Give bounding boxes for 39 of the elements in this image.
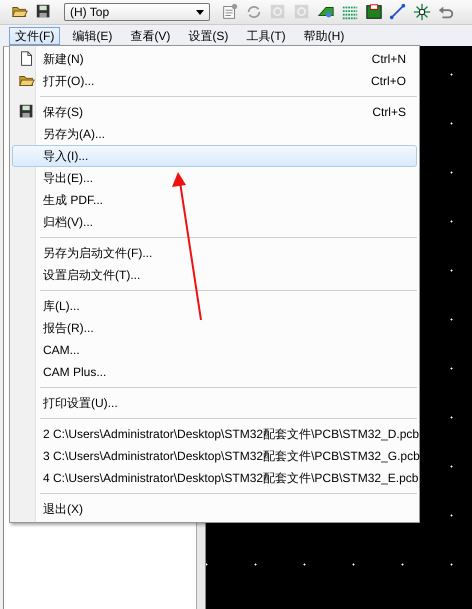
burst-icon <box>413 3 431 21</box>
shortcut-label: Ctrl+S <box>372 105 406 119</box>
menu-item[interactable]: 打开(O)... Ctrl+O <box>12 70 417 92</box>
menu-item[interactable]: 导出(E)... <box>12 167 417 189</box>
menu-bar-item[interactable]: 文件(F) <box>9 26 60 44</box>
menu-item[interactable]: 生成 PDF... <box>12 189 417 211</box>
menu-bar-item[interactable]: 查看(V) <box>124 26 176 44</box>
menu-item[interactable]: CAM... <box>12 339 417 361</box>
menu-item[interactable]: 导入(I)... <box>12 145 417 167</box>
circuit-board-icon <box>365 3 383 21</box>
menu-bar-item[interactable]: 工具(T) <box>240 26 292 44</box>
menu-item[interactable]: 报告(R)... <box>12 317 417 339</box>
menu-item[interactable]: 另存为(A)... <box>12 123 417 145</box>
menu-item[interactable]: 设置启动文件(T)... <box>12 264 417 286</box>
menu-item[interactable]: CAM Plus... <box>12 361 417 383</box>
layer-dropdown[interactable]: (H) Top <box>64 3 210 21</box>
menu-item[interactable]: 库(L)... <box>12 295 417 317</box>
shortcut-label: Ctrl+N <box>372 52 406 66</box>
menu-item[interactable]: 4 C:\Users\Administrator\Desktop\STM32配套文件\PCB\STM32_E.pcb <box>12 467 417 489</box>
line-icon <box>389 3 407 21</box>
menu-bar-item[interactable]: 帮助(H) <box>298 26 350 44</box>
gear-icon <box>293 3 311 21</box>
menu-item[interactable]: 归档(V)... <box>12 211 417 233</box>
menu-bar-item[interactable]: 设置(S) <box>182 26 234 44</box>
menu-item[interactable]: 保存(S) Ctrl+S <box>12 101 417 123</box>
menu-item[interactable]: 2 C:\Users\Administrator\Desktop\STM32配套文件\PCB\STM32_D.pcb <box>12 423 417 445</box>
menu-item[interactable]: 退出(X) <box>12 498 417 520</box>
menu-item[interactable]: 3 C:\Users\Administrator\Desktop\STM32配套文件\PCB\STM32_G.pcb <box>12 445 417 467</box>
line-button[interactable] <box>388 2 408 22</box>
shortcut-label: Ctrl+O <box>370 74 406 88</box>
burst-button[interactable] <box>412 2 432 22</box>
circuit-board-button[interactable] <box>364 2 384 22</box>
gear-icon <box>269 3 287 21</box>
refresh-icon <box>245 3 263 21</box>
menu-bar-item[interactable]: 编辑(E) <box>66 26 118 44</box>
menu-item[interactable]: 另存为启动文件(F)... <box>12 242 417 264</box>
menu-item[interactable]: 打印设置(U)... <box>12 392 417 414</box>
menu-item[interactable]: 新建(N) Ctrl+N <box>12 48 417 70</box>
document-properties-icon <box>221 3 239 21</box>
